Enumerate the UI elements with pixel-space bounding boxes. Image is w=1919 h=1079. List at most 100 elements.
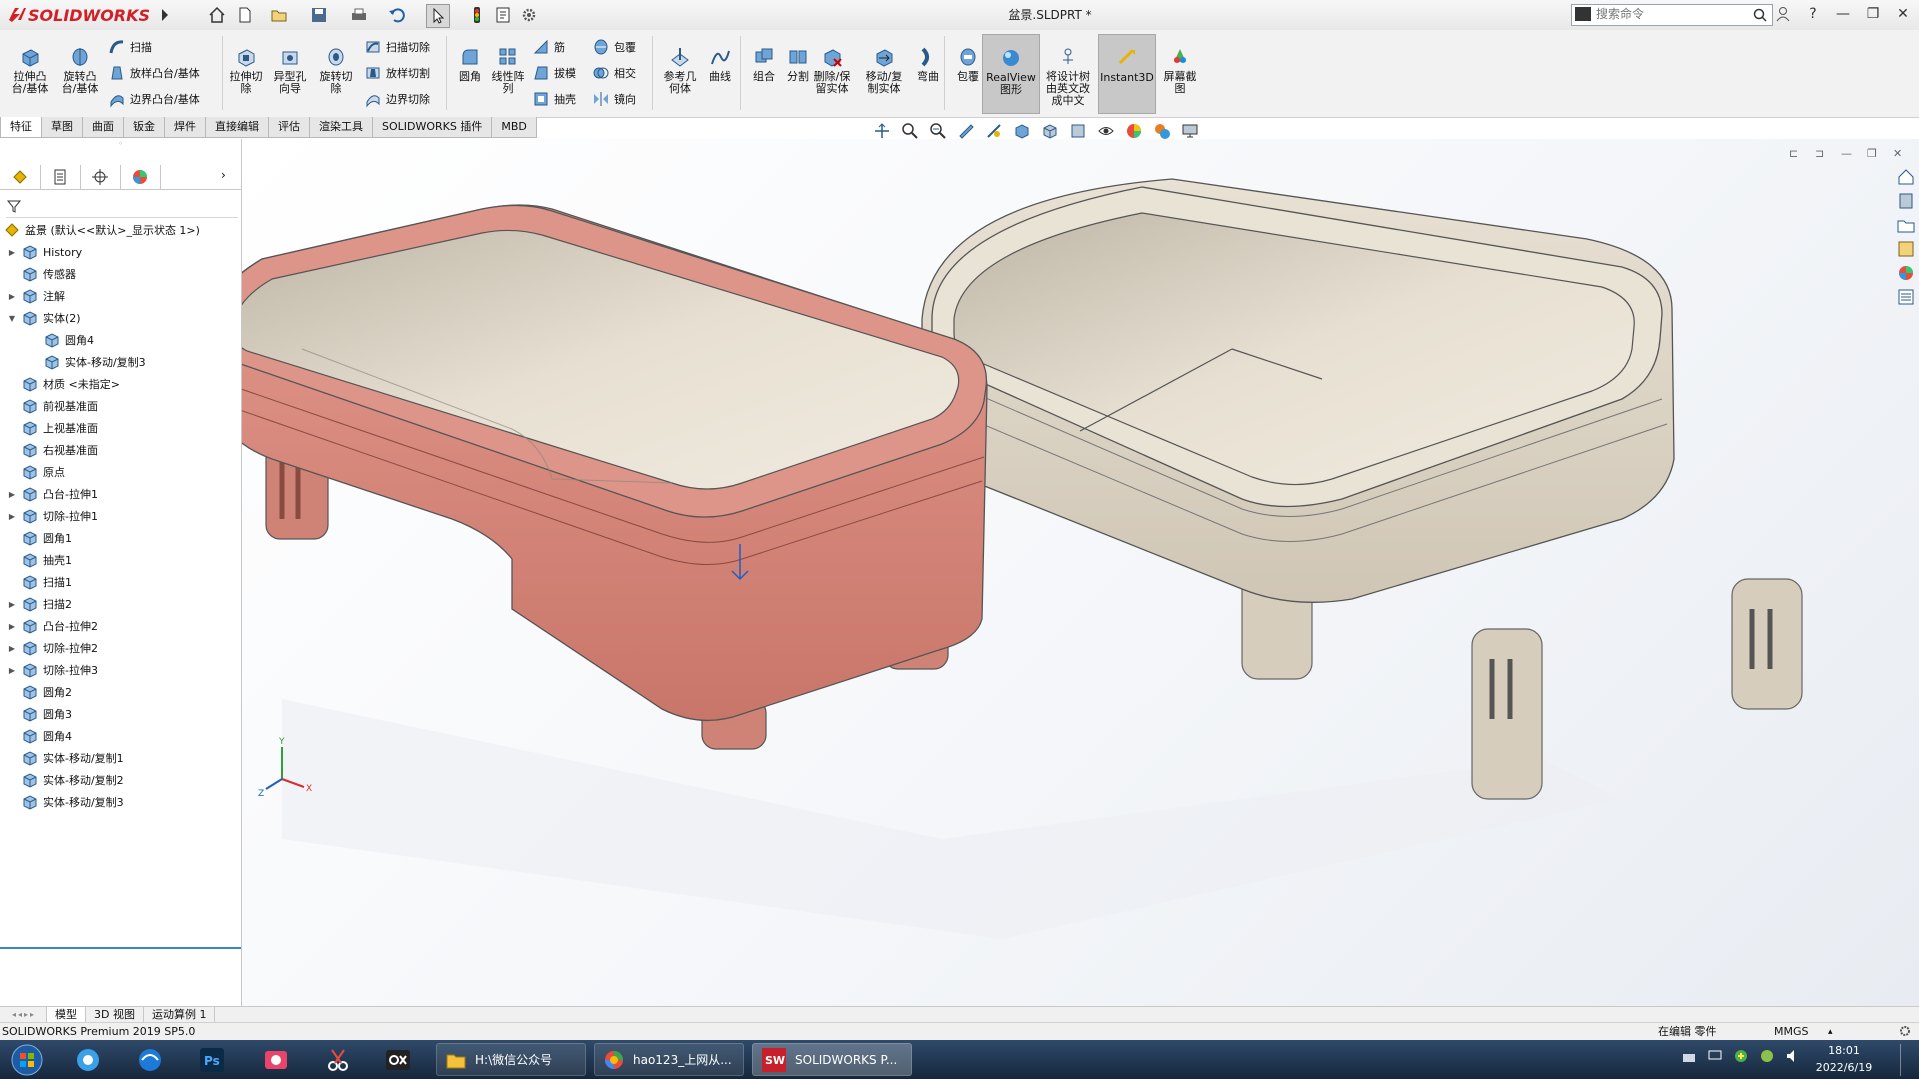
taskbar-app-tools[interactable] <box>318 1043 358 1076</box>
tab-2[interactable]: 曲面 <box>82 117 124 138</box>
reference-geometry-button[interactable]: 参考几 何体 <box>658 34 702 112</box>
tree-root[interactable]: 盆景 (默认<<默认>_显示状态 1>) <box>4 219 200 241</box>
revolve-boss-button[interactable]: 旋转凸 台/基体 <box>58 34 102 112</box>
rib-button[interactable]: 筋 <box>532 36 565 58</box>
units-selector[interactable]: MMGS <box>1774 1023 1809 1041</box>
wrap-button[interactable]: 包覆 <box>592 36 636 58</box>
edit-appearance-icon[interactable] <box>1097 122 1115 140</box>
menu-expand-icon[interactable] <box>160 6 170 24</box>
tree-node[interactable]: 前视基准面 <box>6 395 98 417</box>
loft-button[interactable]: 放样凸台/基体 <box>108 62 200 84</box>
tree-node[interactable]: ▼ 实体(2) <box>6 307 81 329</box>
tree-node[interactable]: 传感器 <box>6 263 76 285</box>
terracotta-pot-body[interactable] <box>242 204 988 750</box>
tree-node[interactable]: ▶ 扫描2 <box>6 593 72 615</box>
expand-toggle-icon[interactable]: ▶ <box>6 620 18 632</box>
home-icon[interactable] <box>206 4 228 26</box>
expand-toggle-icon[interactable]: ▶ <box>6 664 18 676</box>
move-copy-body-button[interactable]: 移动/复 制实体 <box>862 34 906 112</box>
new-document-icon[interactable] <box>234 4 256 26</box>
linear-pattern-button[interactable]: 线性阵 列 <box>486 34 530 112</box>
taskbar-app-photoshop[interactable]: Ps <box>192 1043 232 1076</box>
tab-1[interactable]: 草图 <box>41 117 83 138</box>
section-view-icon[interactable] <box>957 122 975 140</box>
zoom-area-icon[interactable] <box>901 122 919 140</box>
expand-toggle-icon[interactable]: ▶ <box>6 642 18 654</box>
swept-cut-button[interactable]: 扫描切除 <box>364 36 430 58</box>
status-options-icon[interactable] <box>1898 1024 1912 1038</box>
hole-wizard-button[interactable]: 异型孔 向导 <box>268 34 312 112</box>
file-properties-icon[interactable] <box>492 4 514 26</box>
tab-9[interactable]: MBD <box>491 117 537 138</box>
expand-toggle-icon[interactable]: ▶ <box>6 290 18 302</box>
undo-icon[interactable] <box>386 4 408 26</box>
tree-node[interactable]: 圆角3 <box>6 703 72 725</box>
open-folder-icon[interactable] <box>268 4 290 26</box>
solidworks-logo[interactable]: SOLIDWORKS <box>6 4 156 28</box>
expand-toggle-icon[interactable]: ▶ <box>6 488 18 500</box>
display-style-icon[interactable] <box>1041 122 1059 140</box>
graphics-area[interactable]: ⊏ ⊐ — ❐ ✕ Y X Z <box>242 139 1919 1009</box>
tree-node[interactable]: 实体-移动/复制3 <box>6 791 124 813</box>
taskbar-window-solidworks[interactable]: SW SOLIDWORKS P... <box>752 1043 912 1076</box>
tree-node[interactable]: ▶ 凸台-拉伸1 <box>6 483 98 505</box>
delete-keep-body-button[interactable]: 删除/保 留实体 <box>810 34 854 112</box>
tree-node[interactable]: 圆角2 <box>6 681 72 703</box>
sweep-button[interactable]: 扫描 <box>108 36 152 58</box>
select-arrow-icon[interactable] <box>426 4 450 28</box>
monitor-icon[interactable] <box>1181 122 1199 140</box>
close-button[interactable]: ✕ <box>1895 4 1911 24</box>
configuration-manager-tab[interactable] <box>80 165 121 189</box>
tree-node[interactable]: 扫描1 <box>6 571 72 593</box>
extruded-cut-button[interactable]: 拉伸切 除 <box>224 34 268 112</box>
view-settings-icon[interactable] <box>1153 122 1171 140</box>
chevron-up-icon[interactable]: ▴ <box>1828 1023 1833 1041</box>
tree-node[interactable]: ▶ 注解 <box>6 285 65 307</box>
taskbar-app-recorder[interactable] <box>378 1043 418 1076</box>
mirror-button[interactable]: 镜向 <box>592 88 636 110</box>
intersect-button[interactable]: 相交 <box>592 62 636 84</box>
search-commands[interactable] <box>1571 4 1773 26</box>
restore-button[interactable]: ❐ <box>1865 4 1881 24</box>
tray-security-icon[interactable] <box>1733 1048 1749 1064</box>
taskbar-app-browser[interactable] <box>130 1043 170 1076</box>
tree-node[interactable]: 圆角1 <box>6 527 72 549</box>
tab-0[interactable]: 特征 <box>0 117 42 138</box>
tree-node[interactable]: 实体-移动/复制2 <box>6 769 124 791</box>
draft-button[interactable]: 拔模 <box>532 62 576 84</box>
taskbar-app-camera[interactable] <box>256 1043 296 1076</box>
tree-node[interactable]: 原点 <box>6 461 65 483</box>
tab-5[interactable]: 直接编辑 <box>205 117 269 138</box>
tree-node[interactable]: 材质 <未指定> <box>6 373 120 395</box>
shell-button[interactable]: 抽壳 <box>532 88 576 110</box>
property-manager-tab[interactable] <box>40 165 81 189</box>
apply-scene-icon[interactable] <box>1125 122 1143 140</box>
expand-toggle-icon[interactable]: ▶ <box>6 510 18 522</box>
help-icon[interactable]: ? <box>1805 4 1821 24</box>
tray-volume-icon[interactable] <box>1785 1048 1801 1064</box>
search-mode-icon[interactable] <box>1575 7 1591 21</box>
tray-app-icon[interactable] <box>1759 1048 1775 1064</box>
rebuild-traffic-light-icon[interactable] <box>466 4 488 26</box>
expand-toggle-icon[interactable]: ▶ <box>6 598 18 610</box>
bottom-tab-0[interactable]: 模型 <box>47 1007 86 1023</box>
taskbar-clock[interactable]: 18:01 2022/6/19 <box>1809 1042 1879 1078</box>
tree-node[interactable]: 实体-移动/复制3 <box>28 351 146 373</box>
tree-node[interactable]: 右视基准面 <box>6 439 98 461</box>
tree-node[interactable]: 圆角4 <box>6 725 72 747</box>
tree-node[interactable]: 圆角4 <box>28 329 94 351</box>
lofted-cut-button[interactable]: 放样切割 <box>364 62 430 84</box>
beige-pot-body[interactable] <box>921 178 1803 800</box>
save-icon[interactable] <box>308 4 330 26</box>
hide-show-items-icon[interactable] <box>1069 122 1087 140</box>
tree-node[interactable]: ▶ 切除-拉伸1 <box>6 505 98 527</box>
search-input[interactable] <box>1596 5 1746 23</box>
taskbar-window-explorer[interactable]: H:\微信公众号 <box>436 1043 586 1076</box>
feature-manager-tab[interactable] <box>0 165 41 189</box>
boss-extrude-button[interactable]: 拉伸凸 台/基体 <box>8 34 52 112</box>
tree-node[interactable]: ▶ 切除-拉伸2 <box>6 637 98 659</box>
tree-node[interactable]: 上视基准面 <box>6 417 98 439</box>
options-gear-icon[interactable] <box>518 4 540 26</box>
translate-tree-button[interactable]: 将设计树 由英文改 成中文 <box>1040 34 1096 112</box>
bottom-tab-1[interactable]: 3D 视图 <box>86 1007 144 1023</box>
